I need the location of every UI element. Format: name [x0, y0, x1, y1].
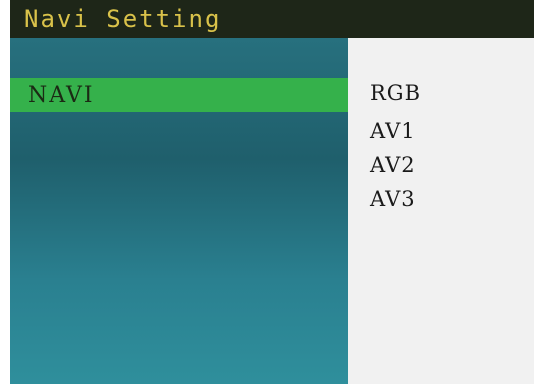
options-panel: RGB AV1 AV2 AV3	[348, 38, 534, 384]
option-av3[interactable]: AV3	[370, 186, 416, 212]
menu-panel: NAVI	[10, 38, 348, 384]
option-av1[interactable]: AV1	[370, 118, 416, 144]
menu-item-label: NAVI	[28, 82, 95, 108]
title-bar: Navi Setting	[10, 0, 534, 38]
osd-screen: Navi Setting NAVI RGB AV1 AV2 AV3	[0, 0, 534, 384]
option-av2[interactable]: AV2	[370, 152, 416, 178]
page-title: Navi Setting	[24, 5, 222, 33]
menu-item-navi[interactable]: NAVI	[10, 78, 348, 112]
option-rgb[interactable]: RGB	[370, 80, 421, 106]
